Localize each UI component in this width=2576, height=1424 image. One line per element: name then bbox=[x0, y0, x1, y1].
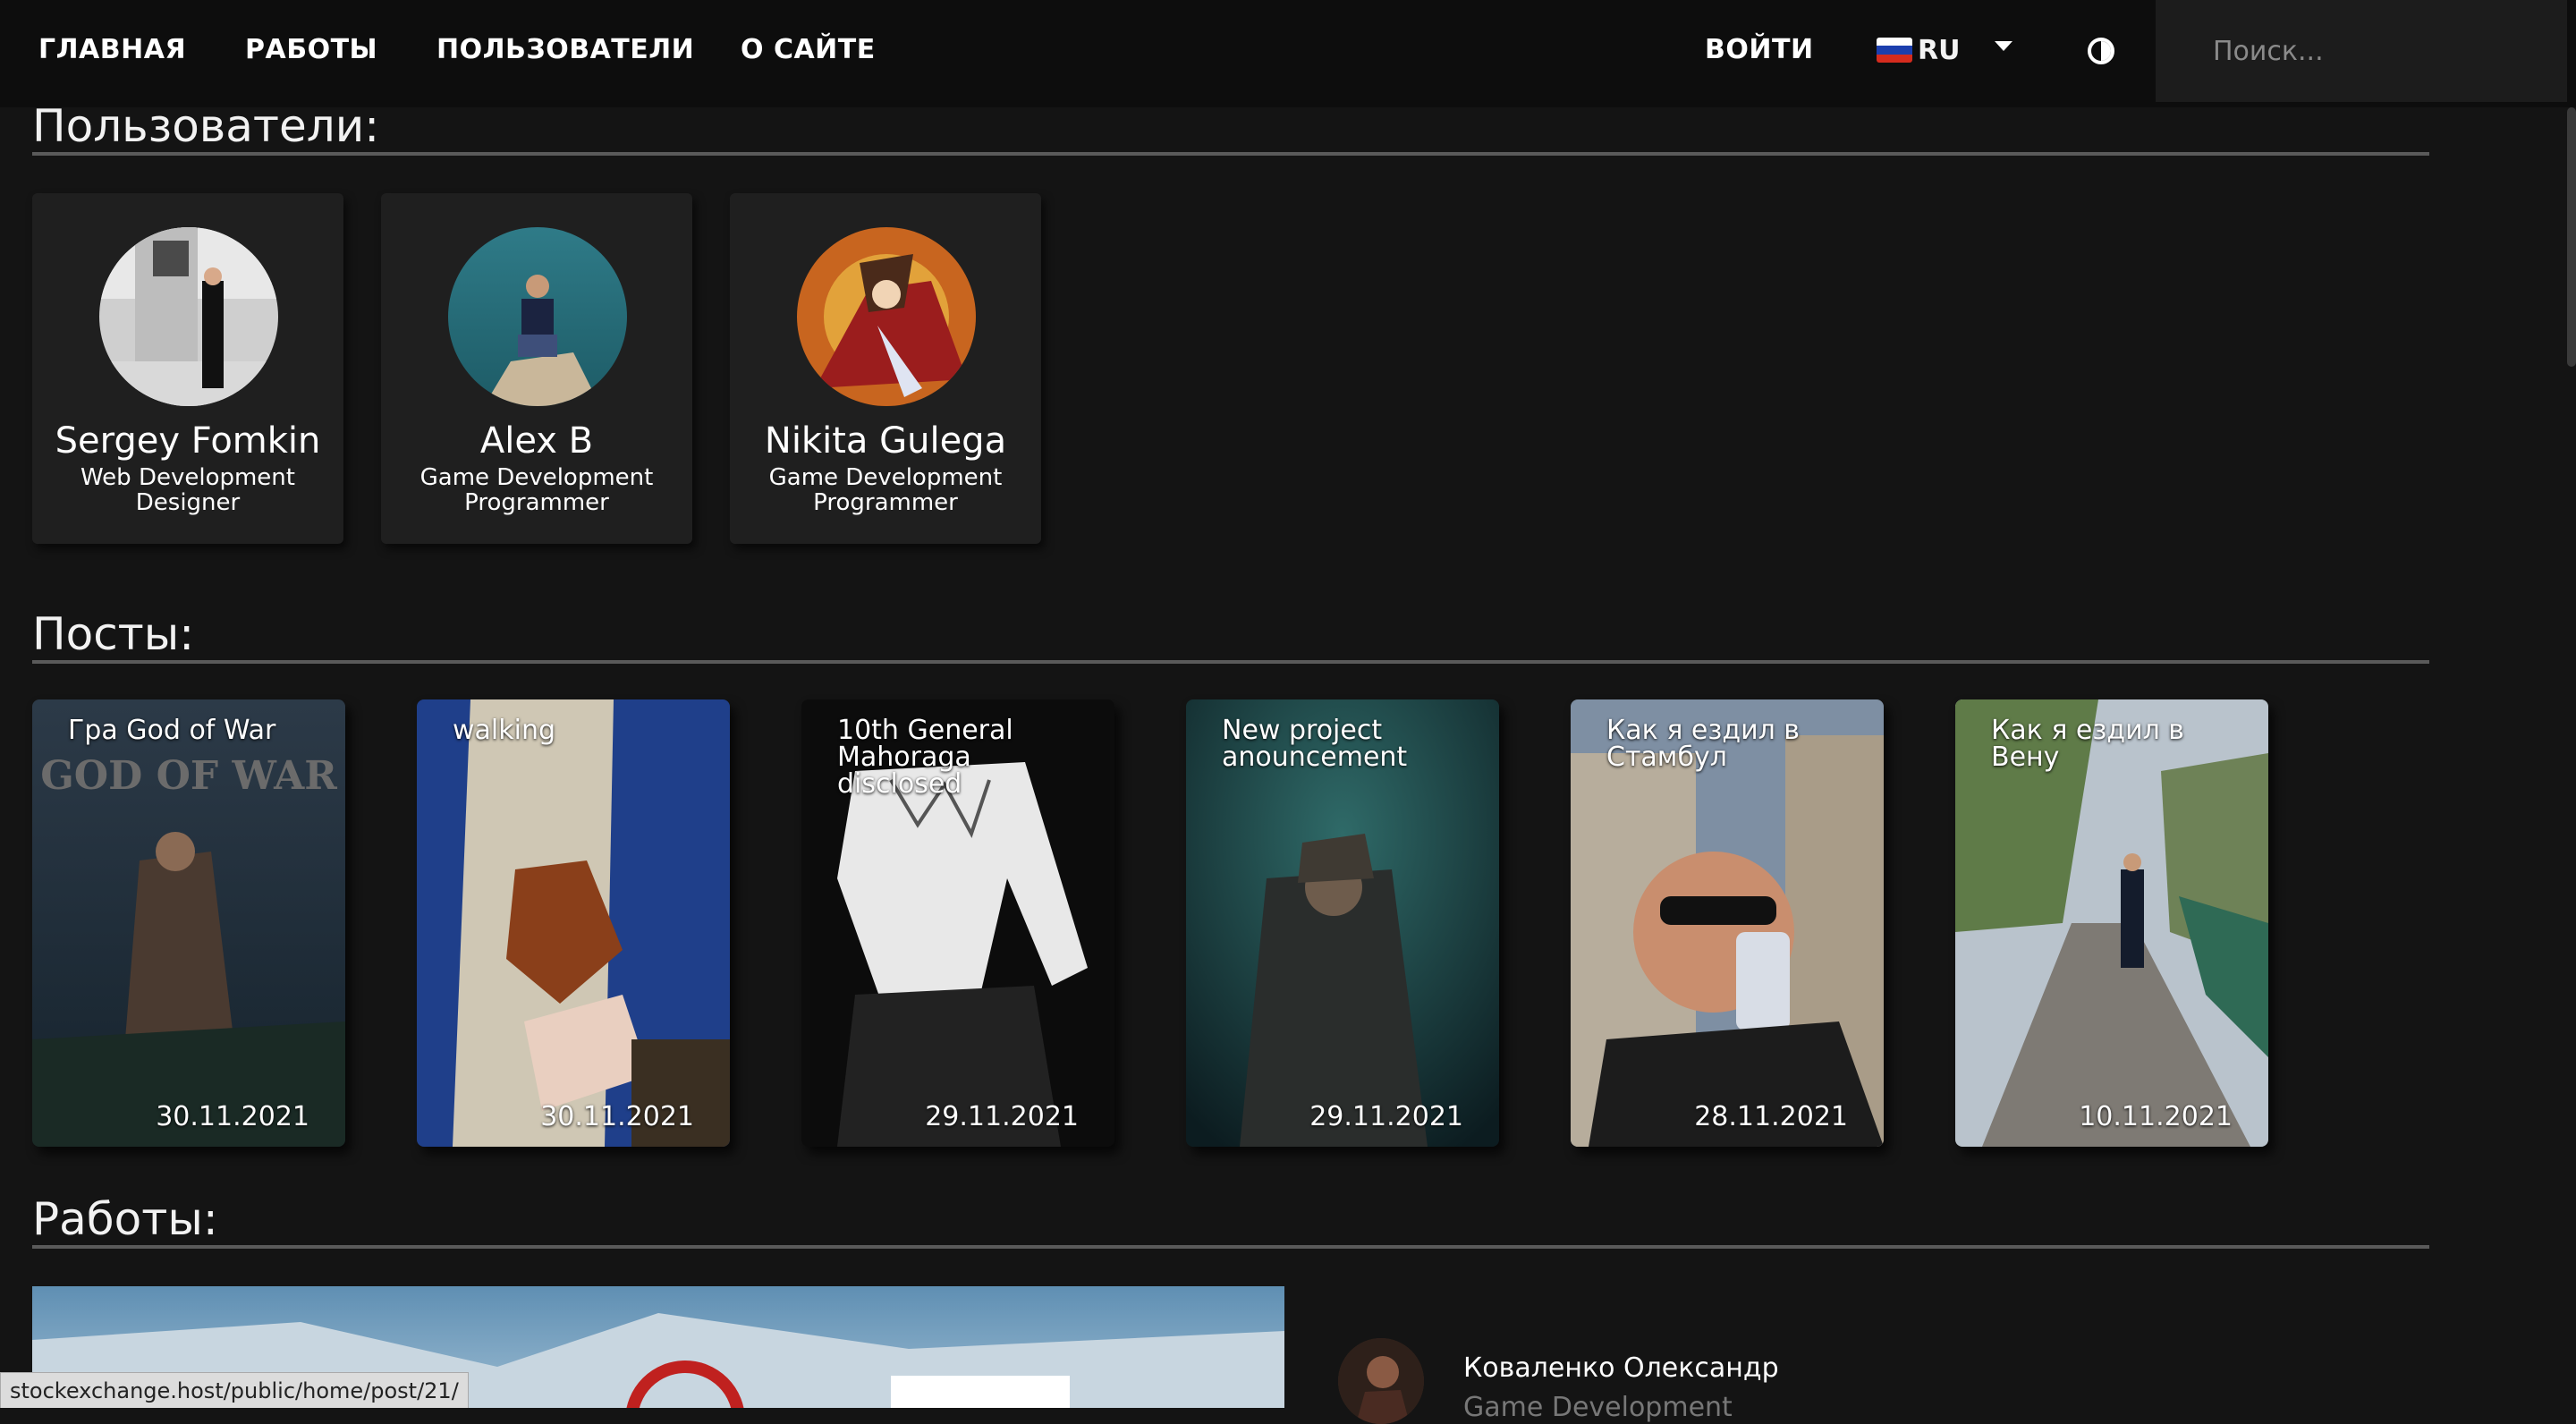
post-date: 28.11.2021 bbox=[1694, 1101, 1848, 1132]
nav-works-link[interactable]: РАБОТЫ bbox=[245, 0, 377, 100]
post-date: 29.11.2021 bbox=[1309, 1101, 1463, 1132]
language-selector[interactable]: RU bbox=[1877, 0, 1960, 100]
post-date: 29.11.2021 bbox=[925, 1101, 1079, 1132]
avatar bbox=[797, 227, 976, 406]
login-link[interactable]: ВОЙТИ bbox=[1705, 0, 1814, 100]
user-card[interactable]: Nikita Gulega Game Development Programme… bbox=[730, 193, 1041, 544]
user-role: Web Development Designer bbox=[80, 464, 295, 516]
post-card[interactable]: Как я ездил в Стамбул 28.11.2021 bbox=[1571, 699, 1884, 1147]
user-name: Nikita Gulega bbox=[764, 420, 1007, 462]
chevron-down-icon[interactable] bbox=[1995, 41, 2012, 51]
svg-text:GOD OF WAR: GOD OF WAR bbox=[40, 753, 337, 799]
works-section-title: Работы: bbox=[32, 1193, 218, 1245]
nav-home-link[interactable]: ГЛАВНАЯ bbox=[38, 0, 186, 100]
theme-toggle-icon[interactable] bbox=[2088, 38, 2114, 64]
post-image bbox=[417, 699, 730, 1147]
divider bbox=[32, 152, 2429, 156]
russia-flag-icon bbox=[1877, 38, 1912, 63]
divider bbox=[32, 1245, 2429, 1249]
post-title: Гра God of War bbox=[68, 715, 276, 746]
divider bbox=[32, 660, 2429, 664]
post-card[interactable]: Как я ездил в Вену 10.11.2021 bbox=[1955, 699, 2268, 1147]
nav-about-link[interactable]: О САЙТЕ bbox=[741, 0, 876, 100]
post-title: Как я ездил в Стамбул bbox=[1606, 715, 1800, 773]
user-card[interactable]: Sergey Fomkin Web Development Designer bbox=[32, 193, 343, 544]
post-title: New project anouncement bbox=[1222, 715, 1408, 773]
post-title: 10th General Mahoraga disclosed bbox=[837, 715, 1013, 800]
post-title: Как я ездил в Вену bbox=[1991, 715, 2184, 773]
post-date: 30.11.2021 bbox=[156, 1101, 309, 1132]
work-author-name: Коваленко Олександр bbox=[1463, 1352, 1779, 1384]
post-image: GOD OF WAR bbox=[32, 699, 345, 1147]
user-role: Game Development Programmer bbox=[768, 464, 1003, 516]
user-role: Game Development Programmer bbox=[419, 464, 654, 516]
post-date: 30.11.2021 bbox=[540, 1101, 694, 1132]
avatar bbox=[99, 227, 278, 406]
status-bar-url: stockexchange.host/public/home/post/21/ bbox=[0, 1372, 469, 1408]
post-date: 10.11.2021 bbox=[2079, 1101, 2233, 1132]
post-card[interactable]: 10th General Mahoraga disclosed 29.11.20… bbox=[801, 699, 1114, 1147]
search-input[interactable] bbox=[2156, 0, 2567, 102]
post-card[interactable]: New project anouncement 29.11.2021 bbox=[1186, 699, 1499, 1147]
user-card[interactable]: Alex B Game Development Programmer bbox=[381, 193, 692, 544]
posts-section-title: Посты: bbox=[32, 608, 195, 660]
post-title: walking bbox=[453, 715, 556, 746]
post-card[interactable]: walking 30.11.2021 bbox=[417, 699, 730, 1147]
users-section-title: Пользователи: bbox=[32, 100, 380, 152]
user-name: Sergey Fomkin bbox=[55, 420, 321, 462]
nav-users-link[interactable]: ПОЛЬЗОВАТЕЛИ bbox=[436, 0, 694, 100]
avatar bbox=[1338, 1338, 1424, 1424]
language-label: RU bbox=[1918, 34, 1961, 66]
user-name: Alex B bbox=[479, 420, 594, 462]
post-card[interactable]: GOD OF WAR Гра God of War 30.11.2021 bbox=[32, 699, 345, 1147]
avatar bbox=[448, 227, 627, 406]
top-navbar: ГЛАВНАЯ РАБОТЫ ПОЛЬЗОВАТЕЛИ О САЙТЕ ВОЙТ… bbox=[0, 0, 2576, 107]
scrollbar[interactable] bbox=[2567, 107, 2576, 367]
